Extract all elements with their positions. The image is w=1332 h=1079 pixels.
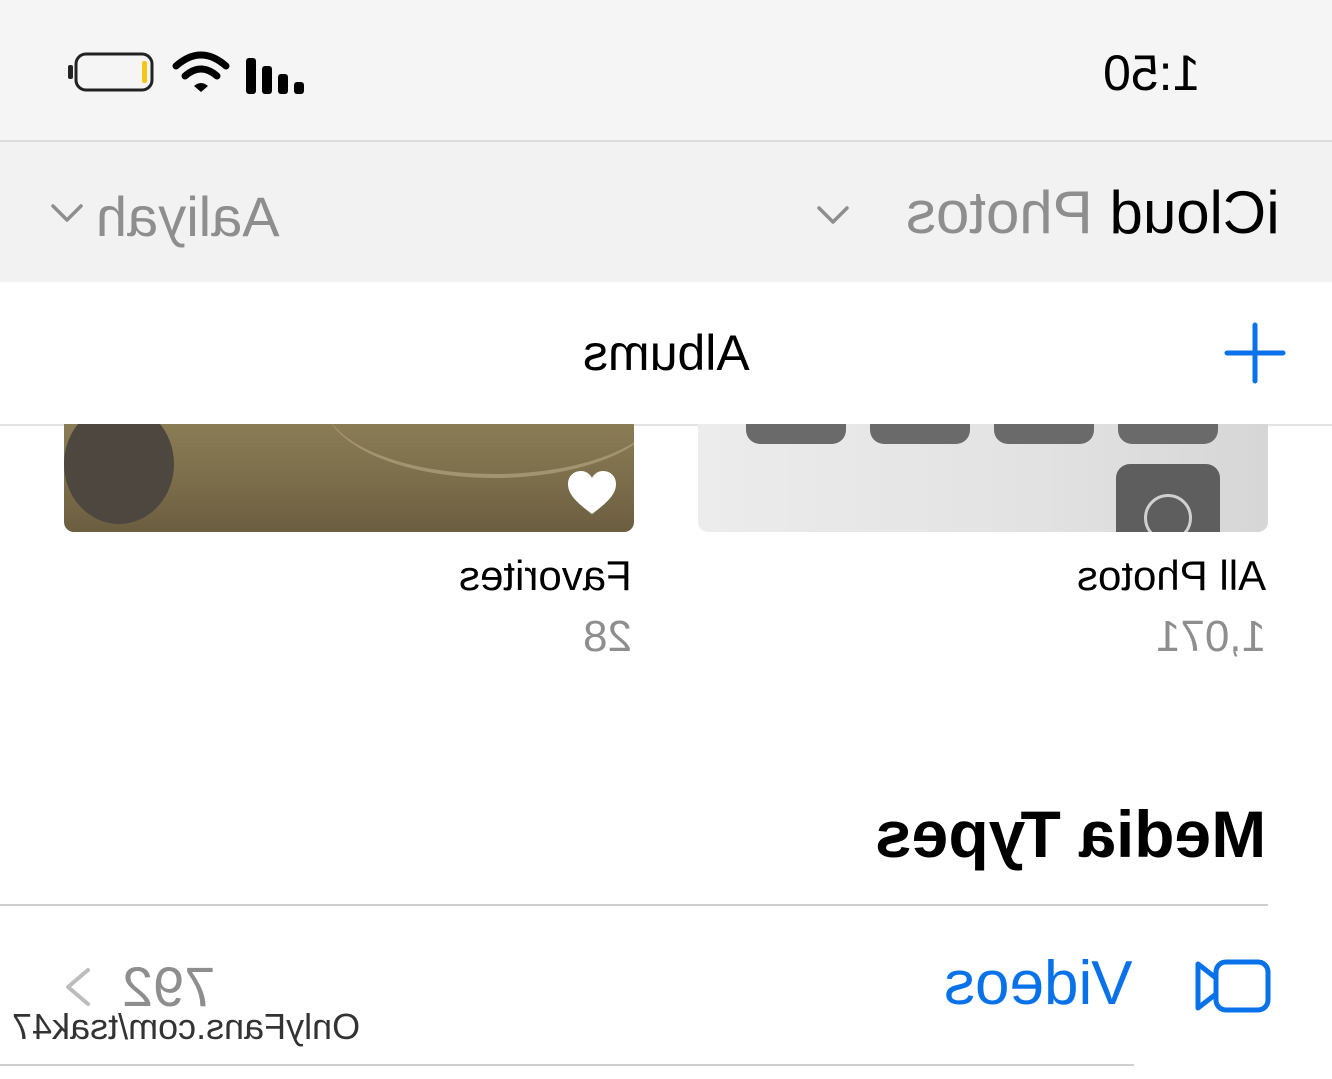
album-count-favorites: 28 bbox=[583, 612, 632, 661]
thumbnail-tile bbox=[1118, 424, 1218, 444]
album-thumbnail-all-photos[interactable] bbox=[698, 424, 1268, 532]
battery-low-icon bbox=[68, 52, 154, 92]
plus-icon[interactable] bbox=[1224, 322, 1286, 384]
video-camera-icon bbox=[1195, 959, 1271, 1013]
chevron-down-icon[interactable] bbox=[50, 202, 84, 224]
status-bar: 1:50 bbox=[0, 0, 1332, 142]
chevron-down-icon[interactable] bbox=[816, 204, 850, 226]
status-time: 1:50 bbox=[1102, 45, 1200, 101]
library-switcher[interactable]: iCloud Photos bbox=[906, 178, 1280, 247]
divider bbox=[0, 1064, 1134, 1066]
thumbnail-tile bbox=[746, 424, 846, 444]
chevron-right-icon bbox=[66, 968, 90, 1006]
watermark-text: OnlyFans.com/tsak47 bbox=[12, 1006, 361, 1047]
album-count-all-photos: 1,071 bbox=[1155, 612, 1266, 661]
album-name-all-photos: All Photos bbox=[1076, 552, 1266, 599]
user-switcher[interactable]: Aaliyah bbox=[96, 184, 280, 249]
album-thumbnail-favorites[interactable] bbox=[64, 424, 634, 532]
cellular-signal-icon bbox=[246, 58, 304, 94]
wifi-icon bbox=[172, 51, 230, 92]
thumbnail-tile bbox=[1116, 464, 1220, 532]
thumbnail-tile bbox=[994, 424, 1094, 444]
heart-icon bbox=[568, 471, 616, 514]
divider bbox=[0, 904, 1268, 906]
media-types-title: Media Types bbox=[874, 797, 1266, 871]
albums-title: Albums bbox=[582, 325, 750, 381]
media-row-label: Videos bbox=[943, 949, 1132, 1018]
thumbnail-tile bbox=[870, 424, 970, 444]
library-subtitle: Photos bbox=[906, 179, 1094, 246]
library-title: iCloud bbox=[1109, 179, 1280, 246]
album-name-favorites: Favorites bbox=[459, 552, 632, 599]
